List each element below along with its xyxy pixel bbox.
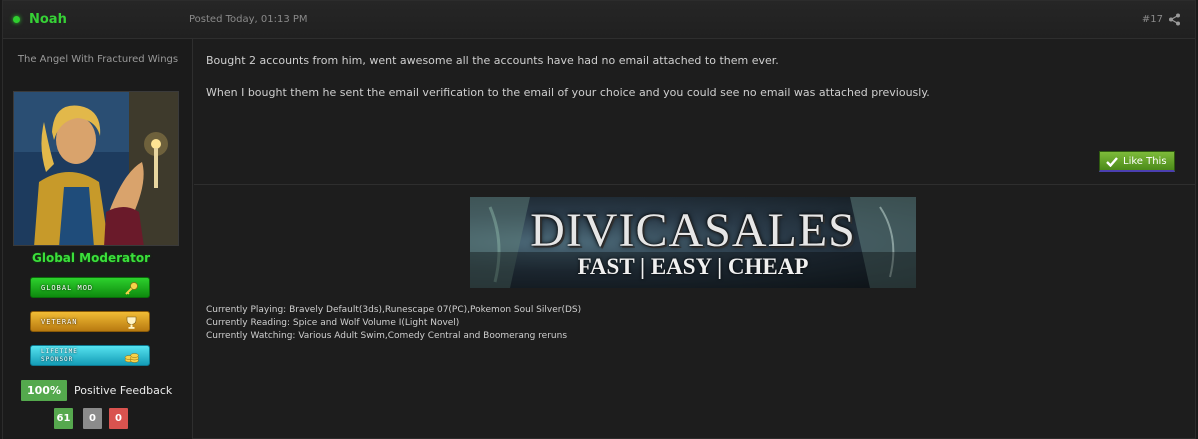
author-info-panel: The Angel With Fractured Wings Global Mo… <box>3 39 193 439</box>
signature-text: Currently Playing: Bravely Default(3ds),… <box>206 304 581 343</box>
feedback-negative-count[interactable]: 0 <box>109 408 128 429</box>
feedback-percent[interactable]: 100% <box>21 380 67 401</box>
veteran-badge: VETERAN <box>30 311 150 332</box>
signature-banner[interactable]: DIVICASALES FAST | EASY | CHEAP <box>470 197 916 288</box>
signature-line: Currently Playing: Bravely Default(3ds),… <box>206 305 582 315</box>
like-button-label: Like This <box>1123 156 1167 167</box>
avatar[interactable] <box>13 91 179 246</box>
online-status-icon <box>13 16 20 23</box>
signature-line: Currently Reading: Spice and Wolf Volume… <box>206 318 460 328</box>
post-paragraph: When I bought them he sent the email ver… <box>206 86 930 99</box>
banner-title: DIVICASALES <box>530 204 856 257</box>
post-content: Bought 2 accounts from him, went awesome… <box>206 53 1176 117</box>
lifetime-sponsor-badge: LIFETIME SPONSOR <box>30 345 150 366</box>
banner-subtitle: FAST | EASY | CHEAP <box>577 254 809 279</box>
user-group: Global Moderator <box>31 251 150 265</box>
coins-icon <box>124 353 139 363</box>
badge-label: GLOBAL MOD <box>41 284 94 292</box>
badge-label: VETERAN <box>41 318 78 326</box>
author-name-link[interactable]: Noah <box>29 12 67 27</box>
post-number-link[interactable]: #17 <box>1142 14 1163 25</box>
feedback-positive-count[interactable]: 61 <box>54 408 73 429</box>
signature-divider <box>194 184 1195 185</box>
check-icon <box>1106 157 1118 167</box>
post-header: Noah Posted Today, 01:13 PM #17 <box>3 1 1195 39</box>
key-icon <box>125 282 138 295</box>
post-paragraph: Bought 2 accounts from him, went awesome… <box>206 54 779 67</box>
user-title: The Angel With Fractured Wings <box>17 54 179 65</box>
trophy-icon <box>126 316 137 329</box>
forum-post: Noah Posted Today, 01:13 PM #17 The Ange… <box>2 0 1196 439</box>
signature-line: Currently Watching: Various Adult Swim,C… <box>206 331 568 341</box>
share-icon[interactable] <box>1168 13 1181 26</box>
feedback-label: Positive Feedback <box>74 384 173 397</box>
post-date: Posted Today, 01:13 PM <box>189 14 308 25</box>
feedback-neutral-count[interactable]: 0 <box>83 408 102 429</box>
like-button[interactable]: Like This <box>1099 151 1175 172</box>
global-mod-badge: GLOBAL MOD <box>30 277 150 298</box>
